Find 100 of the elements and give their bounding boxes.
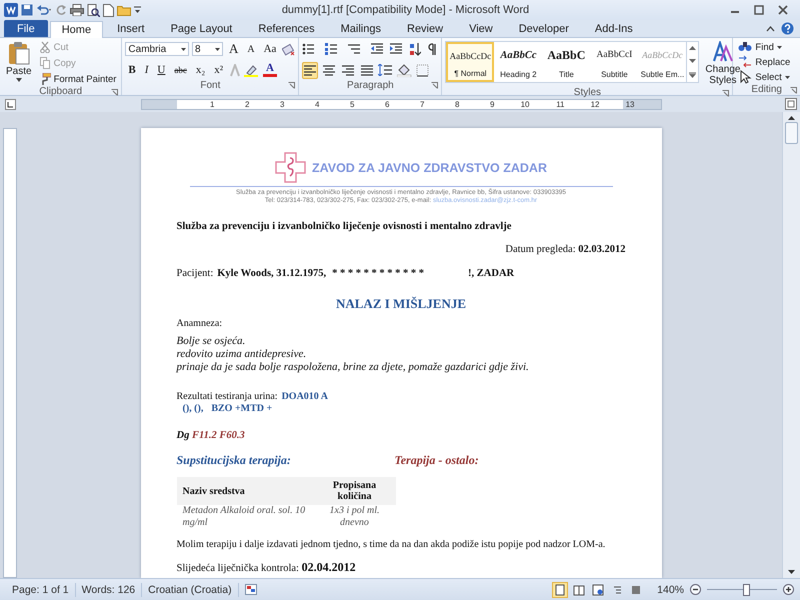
print-icon[interactable] (70, 4, 84, 16)
horizontal-ruler[interactable]: 1 2 3 4 5 6 7 8 9 10 11 12 13 (140, 98, 662, 110)
shading-icon[interactable] (397, 64, 414, 76)
view-ruler-icon[interactable] (785, 98, 797, 110)
scroll-down-icon[interactable] (689, 58, 696, 63)
clear-formatting-icon[interactable] (282, 42, 296, 56)
font-size-value: 8 (195, 44, 201, 54)
font-name-field[interactable]: Cambria (125, 42, 189, 56)
style-option[interactable]: AaBbC Title (542, 42, 590, 82)
style-option[interactable]: AaBbCcDc ¶ Normal (446, 42, 494, 82)
style-preview: AaBbCc (500, 48, 536, 62)
customize-caret-icon[interactable] (134, 5, 141, 15)
save-icon[interactable] (21, 4, 33, 16)
web-layout-icon[interactable] (590, 582, 606, 598)
column-header: Propisana količina (314, 477, 396, 505)
strikethrough-button[interactable]: abc (171, 62, 190, 78)
ruler-number: 7 (420, 100, 424, 108)
ribbon-tab[interactable]: Review (395, 20, 456, 37)
align-left-icon[interactable] (302, 62, 318, 78)
dialog-launcher-icon[interactable] (790, 87, 797, 94)
caret-icon (181, 48, 186, 50)
collapse-caret-icon[interactable] (766, 26, 775, 32)
font-color-button[interactable]: A (263, 63, 277, 77)
increase-indent-icon[interactable] (390, 43, 402, 55)
caret-icon (214, 48, 220, 50)
table-cell: 1x3 i pol ml. dnevno (314, 505, 396, 529)
style-preview: AaBbCcI (596, 49, 632, 62)
instruction-text: Molim terapiju i dalje izdavati jednom tjedno, s time da na dan akda podiže istu popije pod nadzor LOM-a. (176, 539, 606, 550)
more-icon[interactable] (689, 72, 696, 78)
proofing-icon[interactable] (244, 584, 257, 595)
dialog-launcher-icon[interactable] (288, 82, 296, 89)
binoculars-icon (738, 40, 752, 54)
shrink-font-button[interactable]: A (244, 41, 258, 57)
scrollbar-thumb[interactable] (785, 122, 798, 144)
borders-icon[interactable] (416, 64, 430, 76)
bold-button[interactable]: B (125, 62, 139, 78)
font-size-field[interactable]: 8 (192, 42, 223, 56)
paste-button[interactable]: Paste (3, 40, 35, 86)
new-document-icon[interactable] (103, 4, 114, 16)
dialog-launcher-icon[interactable] (722, 90, 730, 97)
ribbon-tab[interactable]: Developer (506, 20, 581, 37)
italic-button[interactable]: I (142, 62, 152, 78)
zoom-in-icon[interactable] (783, 584, 794, 595)
print-preview-icon[interactable] (87, 4, 100, 16)
highlighter-icon[interactable] (244, 64, 260, 76)
scroll-up-icon[interactable] (689, 46, 696, 50)
substitution-therapy-heading: Supstitucijska terapija: (176, 453, 292, 468)
underline-button[interactable]: U (154, 62, 168, 78)
ruler-number: 12 (590, 100, 600, 108)
replace-icon (738, 55, 752, 69)
ribbon-tab[interactable]: Mailings (328, 20, 393, 37)
dialog-launcher-icon[interactable] (111, 89, 118, 96)
patient-city: !, ZADAR (468, 268, 514, 279)
format-painter-button[interactable]: Format Painter (38, 72, 118, 86)
close-icon[interactable] (778, 5, 788, 15)
change-case-button[interactable]: Aa (260, 41, 280, 57)
ribbon-tab[interactable]: File (4, 20, 48, 37)
group-label: Styles (572, 87, 602, 98)
ribbon-tab[interactable]: Add-Ins (582, 20, 645, 37)
department-title: Služba za prevenciju i izvanbolničko liječenje ovisnosti i mentalno zdravlje (176, 221, 512, 232)
ribbon-tab[interactable]: View (457, 20, 505, 37)
undo-icon[interactable] (36, 4, 52, 16)
grow-font-button[interactable]: A (226, 41, 242, 57)
superscript-button[interactable]: x² (211, 62, 226, 78)
caret-icon (776, 46, 782, 48)
caret-icon (16, 78, 22, 82)
column-header: Naziv sredstva (176, 477, 314, 505)
anamnesis-line: redovito uzima antidepresive. (176, 348, 308, 361)
ribbon-tab[interactable]: Page Layout (158, 20, 244, 37)
ribbon-tab[interactable]: Insert (105, 20, 157, 37)
vertical-scrollbar[interactable] (782, 112, 800, 578)
line-spacing-icon[interactable] (378, 64, 394, 76)
maximize-icon[interactable] (754, 5, 764, 15)
style-name: Heading 2 (500, 70, 537, 79)
zoom-level[interactable]: 140% (657, 584, 684, 596)
tab-selector-icon[interactable] (4, 98, 16, 110)
scroll-down-icon[interactable] (788, 570, 795, 574)
ribbon-tab[interactable]: References (246, 20, 327, 37)
print-layout-icon[interactable] (552, 582, 568, 598)
style-preview: AaBbCcDc (642, 49, 683, 62)
ribbon-tab[interactable]: Home (50, 21, 104, 38)
exam-date: 02.03.2012 (578, 244, 626, 255)
help-icon[interactable] (781, 22, 794, 35)
dialog-launcher-icon[interactable] (431, 82, 438, 89)
show-formatting-marks-icon[interactable] (428, 43, 438, 55)
group-label: Editing (750, 84, 783, 95)
sort-icon[interactable] (409, 42, 422, 56)
style-option[interactable]: AaBbCc Heading 2 (494, 42, 542, 82)
organization-name: ZAVOD ZA JAVNO ZDRAVSTVO ZADAR (312, 160, 547, 174)
style-option[interactable]: AaBbCcDc Subtle Em... (638, 42, 686, 82)
style-option[interactable]: AaBbCcI Subtitle (590, 42, 638, 82)
zoom-slider-thumb[interactable] (742, 584, 750, 596)
scroll-up-icon[interactable] (788, 116, 795, 120)
diagnosis-label: Dg (176, 430, 190, 441)
subscript-button[interactable]: x₂ (192, 62, 208, 78)
ruler-number: 5 (350, 100, 354, 108)
medical-cross-logo-icon (275, 152, 306, 183)
zoom-out-icon[interactable] (690, 584, 701, 595)
find-button[interactable]: Find (736, 40, 797, 54)
decrease-indent-icon[interactable] (371, 43, 384, 55)
